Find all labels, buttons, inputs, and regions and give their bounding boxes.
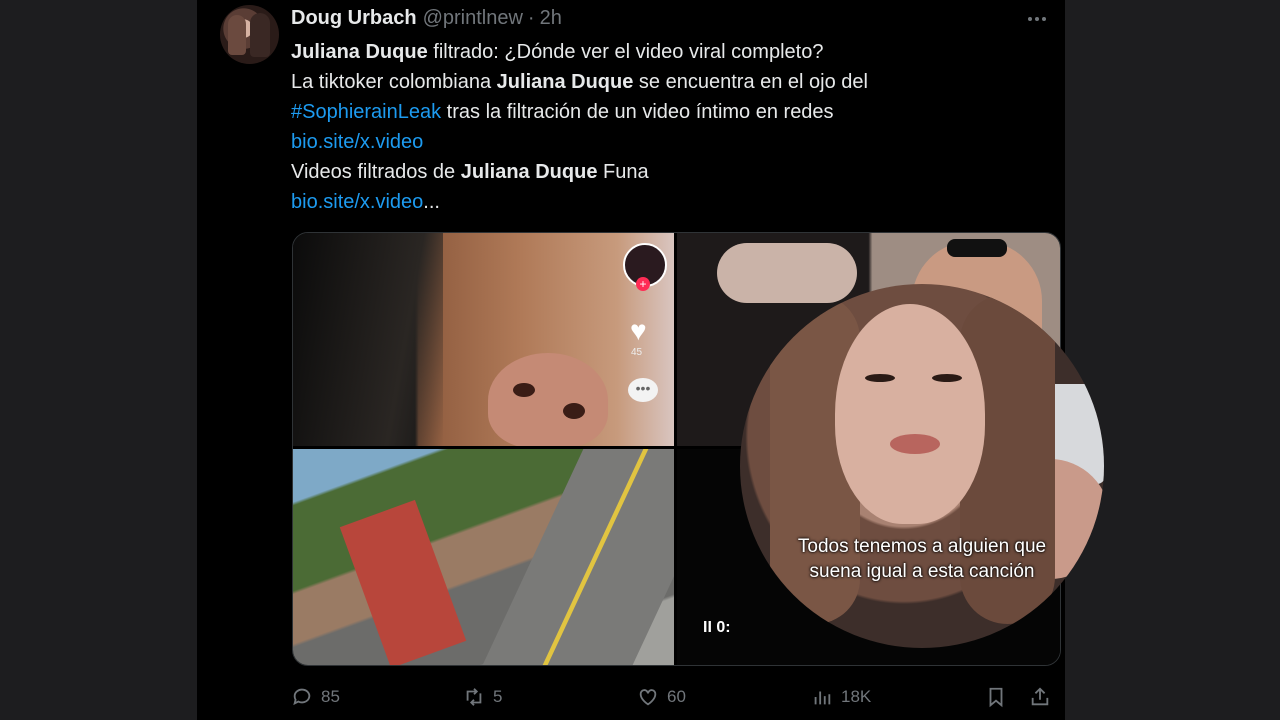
tweet-line-5: Videos filtrados de Juliana Duque Funa: [291, 157, 1051, 187]
tiktok-heart-icon: ♥: [630, 315, 647, 346]
tweet-card[interactable]: Doug Urbach @printlnew · 2h Juliana Duqu…: [197, 0, 1104, 720]
tweet-line-4: bio.site/x.video: [291, 127, 1051, 157]
bold-name: Juliana Duque: [460, 161, 598, 183]
image-shape: [513, 383, 535, 397]
tiktok-like-count: 45: [631, 347, 643, 358]
action-bar: 85 5 60 18K: [291, 682, 1061, 712]
share-icon: [1031, 687, 1049, 706]
image-shape: [293, 233, 443, 446]
like-button[interactable]: 60: [637, 682, 686, 712]
reply-icon: [293, 688, 311, 706]
text-span: se encuentra en el ojo del: [633, 71, 868, 93]
tweet-line-6: bio.site/x.video...: [291, 187, 1051, 217]
bold-name: Juliana Duque: [291, 41, 428, 63]
text-span: tras la filtración de un video íntimo en…: [441, 101, 834, 123]
avatar-figure-left: [228, 15, 246, 55]
image-shape: [717, 243, 857, 303]
reply-count: 85: [321, 687, 340, 706]
reply-button[interactable]: 85: [291, 682, 340, 712]
media-image-1[interactable]: + ♥ 45 •••: [293, 233, 674, 446]
avatar[interactable]: [220, 5, 279, 64]
overlay-caption: Todos tenemos a alguien que suena igual …: [740, 534, 1104, 584]
views-button[interactable]: 18K: [811, 682, 871, 712]
bookmark-icon: [989, 687, 1003, 708]
repost-count: 5: [493, 687, 503, 706]
media-image-3[interactable]: [293, 449, 674, 665]
image-shape: [865, 374, 895, 382]
image-shape: [890, 434, 940, 454]
overlay-circle-image: Todos tenemos a alguien que suena igual …: [740, 284, 1104, 648]
like-count: 60: [667, 687, 686, 706]
tweet-timestamp[interactable]: 2h: [540, 7, 562, 30]
like-icon: [639, 689, 657, 706]
url-link[interactable]: bio.site/x.video: [291, 131, 423, 153]
more-dot: [1028, 17, 1032, 21]
author-name[interactable]: Doug Urbach: [291, 7, 417, 30]
text-span: La tiktoker colombiana: [291, 71, 497, 93]
text-span: Funa: [597, 161, 649, 183]
tweet-header: Doug Urbach @printlnew · 2h: [291, 5, 562, 31]
views-count: 18K: [841, 687, 872, 706]
video-pause-control[interactable]: II 0:: [703, 619, 731, 637]
hashtag-link[interactable]: #SophierainLeak: [291, 101, 441, 123]
more-icon[interactable]: [1019, 6, 1055, 32]
image-shape: [482, 449, 674, 665]
share-button[interactable]: [1029, 682, 1051, 712]
tiktok-comment-icon: •••: [628, 378, 658, 402]
image-shape: [932, 374, 962, 382]
text-span: filtrado: ¿Dónde ver el video viral comp…: [427, 41, 824, 63]
url-link[interactable]: bio.site/x.video: [291, 191, 423, 213]
image-shape: [339, 499, 467, 665]
tweet-line-3: #SophierainLeak tras la filtración de un…: [291, 97, 1051, 127]
image-shape: [563, 403, 585, 419]
tiktok-plus-icon: +: [636, 277, 650, 291]
image-shape: [488, 353, 608, 446]
bold-name: Juliana Duque: [496, 71, 634, 93]
more-dot: [1042, 17, 1046, 21]
repost-icon: [466, 688, 482, 706]
tweet-text: Juliana Duque filtrado: ¿Dónde ver el vi…: [291, 37, 1051, 217]
repost-button[interactable]: 5: [463, 682, 502, 712]
header-separator: ·: [527, 6, 535, 29]
caption-line-2: suena igual a esta canción: [809, 561, 1035, 582]
image-shape: [947, 239, 1007, 257]
tweet-line-2: La tiktoker colombiana Juliana Duque se …: [291, 67, 1051, 97]
caption-line-1: Todos tenemos a alguien que: [797, 536, 1047, 557]
more-dot: [1035, 17, 1039, 21]
image-shape: [835, 304, 985, 524]
text-span: Videos filtrados de: [291, 161, 461, 183]
avatar-figure-right: [250, 13, 270, 57]
tweet-line-1: Juliana Duque filtrado: ¿Dónde ver el vi…: [291, 37, 1051, 67]
views-icon: [814, 691, 831, 705]
ellipsis: ...: [423, 191, 440, 213]
bookmark-button[interactable]: [985, 682, 1007, 712]
author-handle[interactable]: @printlnew: [423, 7, 523, 30]
